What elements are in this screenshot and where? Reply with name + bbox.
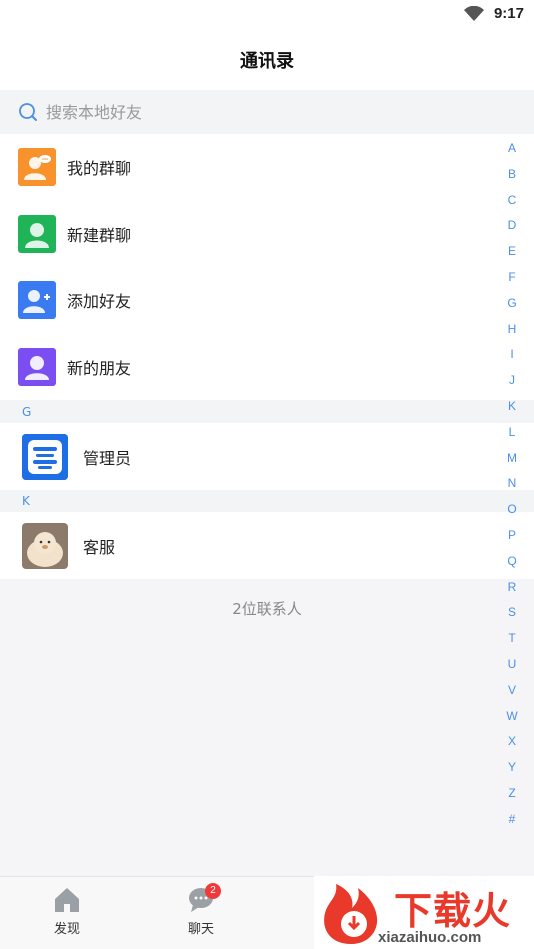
fire-logo-icon bbox=[324, 884, 378, 944]
index-letter[interactable]: C bbox=[504, 191, 520, 217]
new-group-label: 新建群聊 bbox=[67, 225, 132, 245]
watermark-logo: 下载火 xiazaihuo.com bbox=[314, 876, 534, 949]
index-letter[interactable]: J bbox=[504, 371, 520, 397]
index-letter[interactable]: N bbox=[504, 474, 520, 500]
add-friend-label: 添加好友 bbox=[67, 292, 132, 312]
section-header-g: G bbox=[0, 401, 534, 423]
index-letter[interactable]: Y bbox=[504, 758, 520, 784]
contact-name: 客服 bbox=[83, 537, 116, 557]
home-icon bbox=[55, 888, 79, 912]
contact-item[interactable]: 客服 bbox=[0, 512, 534, 579]
index-letter[interactable]: L bbox=[504, 423, 520, 449]
contact-item[interactable]: 管理员 bbox=[0, 423, 534, 490]
unread-badge: 2 bbox=[205, 883, 221, 899]
tab-chat[interactable]: 2 聊天 bbox=[161, 883, 241, 937]
tab-chat-label: 聊天 bbox=[187, 922, 214, 937]
admin-avatar bbox=[22, 433, 68, 480]
index-letter[interactable]: U bbox=[504, 655, 520, 681]
status-bar: 9:17 bbox=[0, 0, 534, 30]
index-letter[interactable]: F bbox=[504, 268, 520, 294]
alphabet-index[interactable]: A B C D E F G H I J K L M N O P Q R S T U V W X Y Z # bbox=[504, 139, 520, 836]
add-friend-icon bbox=[18, 281, 56, 320]
page-title: 通讯录 bbox=[240, 51, 294, 72]
index-letter[interactable]: T bbox=[504, 629, 520, 655]
index-letter[interactable]: W bbox=[504, 707, 520, 733]
index-letter[interactable]: M bbox=[504, 449, 520, 475]
index-letter[interactable]: E bbox=[504, 242, 520, 268]
index-letter[interactable]: O bbox=[504, 500, 520, 526]
my-groups-icon bbox=[18, 148, 56, 187]
function-list: 我的群聊 新建群聊 添加好友 新的朋友 bbox=[0, 134, 534, 400]
my-groups-label: 我的群聊 bbox=[67, 159, 132, 179]
search-icon bbox=[19, 103, 37, 121]
index-letter[interactable]: P bbox=[504, 526, 520, 552]
new-group-item[interactable]: 新建群聊 bbox=[0, 201, 534, 268]
add-friend-item[interactable]: 添加好友 bbox=[0, 267, 534, 334]
page-header: 通讯录 bbox=[0, 30, 534, 90]
wifi-icon bbox=[464, 5, 484, 26]
index-letter[interactable]: Q bbox=[504, 552, 520, 578]
index-letter[interactable]: R bbox=[504, 578, 520, 604]
search-bar[interactable] bbox=[0, 90, 534, 134]
search-input[interactable] bbox=[46, 102, 346, 122]
contact-name: 管理员 bbox=[83, 448, 132, 468]
index-letter[interactable]: S bbox=[504, 603, 520, 629]
contact-count: 2位联系人 bbox=[232, 600, 302, 618]
index-letter[interactable]: K bbox=[504, 397, 520, 423]
watermark-url: xiazaihuo.com bbox=[378, 929, 482, 946]
new-friends-item[interactable]: 新的朋友 bbox=[0, 334, 534, 401]
index-letter[interactable]: I bbox=[504, 345, 520, 371]
index-letter[interactable]: Z bbox=[504, 784, 520, 810]
service-avatar bbox=[22, 522, 68, 569]
new-friends-label: 新的朋友 bbox=[67, 358, 132, 378]
index-letter[interactable]: X bbox=[504, 732, 520, 758]
tab-discover[interactable]: 发现 bbox=[27, 885, 107, 937]
my-groups-item[interactable]: 我的群聊 bbox=[0, 134, 534, 201]
index-letter[interactable]: # bbox=[504, 810, 520, 836]
section-header-k: K bbox=[0, 490, 534, 512]
status-time: 9:17 bbox=[493, 5, 524, 22]
index-letter[interactable]: V bbox=[504, 681, 520, 707]
index-letter[interactable]: D bbox=[504, 216, 520, 242]
watermark-text: 下载火 bbox=[394, 889, 512, 933]
new-group-icon bbox=[18, 214, 56, 253]
index-letter[interactable]: G bbox=[504, 294, 520, 320]
index-letter[interactable]: A bbox=[504, 139, 520, 165]
new-friends-icon bbox=[18, 347, 56, 386]
index-letter[interactable]: B bbox=[504, 165, 520, 191]
index-letter[interactable]: H bbox=[504, 320, 520, 346]
tab-discover-label: 发现 bbox=[53, 922, 80, 937]
